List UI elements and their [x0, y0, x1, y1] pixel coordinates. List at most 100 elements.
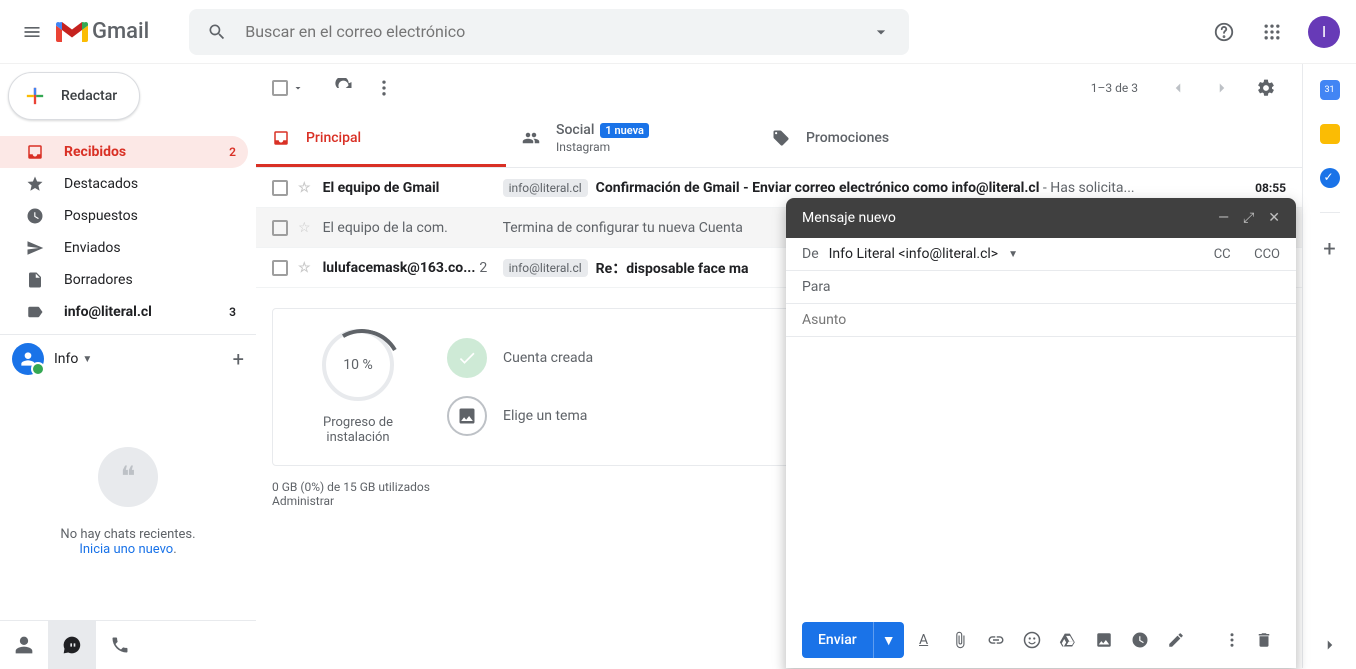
nav-inbox[interactable]: Recibidos 2 [0, 136, 248, 168]
category-tabs: Principal Social1 nueva Instagram Promoc… [256, 112, 1302, 168]
compose-button[interactable]: Redactar [8, 72, 140, 120]
nav-starred[interactable]: Destacados [0, 168, 248, 200]
calendar-addon-icon[interactable]: 31 [1320, 80, 1340, 100]
start-chat-link[interactable]: Inicia uno nuevo [79, 542, 173, 557]
star-icon[interactable]: ☆ [298, 220, 311, 236]
send-options-icon[interactable]: ▼ [873, 622, 904, 658]
setup-step-theme[interactable]: Elige un tema [447, 396, 836, 436]
insert-image-icon[interactable] [1088, 622, 1120, 658]
tab-social[interactable]: Social1 nueva Instagram [506, 112, 756, 167]
search-input[interactable] [237, 22, 861, 41]
nav-sent[interactable]: Enviados [0, 232, 248, 264]
chevron-down-icon[interactable]: ▼ [1008, 249, 1018, 260]
check-icon [447, 338, 487, 378]
list-toolbar: 1–3 de 3 [256, 64, 1302, 112]
emoji-icon[interactable] [1016, 622, 1048, 658]
hangouts-new-icon[interactable]: + [233, 347, 244, 371]
clock-icon [26, 207, 46, 225]
compose-subject-field[interactable] [786, 304, 1296, 337]
search-icon[interactable] [197, 12, 237, 52]
send-button[interactable]: Enviar ▼ [802, 622, 904, 658]
star-icon [26, 175, 46, 193]
fullscreen-icon[interactable]: ⤢ [1243, 210, 1254, 226]
to-input[interactable] [840, 279, 1280, 295]
nav-drafts[interactable]: Borradores [0, 264, 248, 296]
hangouts-header[interactable]: Info ▼ + [0, 335, 256, 383]
compose-window: Mensaje nuevo — ⤢ ✕ De Info Literal <inf… [786, 198, 1296, 668]
more-icon[interactable] [364, 68, 404, 108]
select-all-checkbox[interactable] [272, 80, 288, 96]
send-icon [26, 239, 46, 257]
subject-input[interactable] [802, 312, 1280, 328]
star-icon[interactable]: ☆ [298, 260, 311, 276]
label-chip[interactable]: info@literal.cl [503, 259, 588, 277]
cc-link[interactable]: CC [1214, 247, 1231, 262]
page-next-icon[interactable] [1202, 68, 1242, 108]
row-checkbox[interactable] [272, 180, 288, 196]
search-bar[interactable] [189, 9, 909, 55]
row-checkbox[interactable] [272, 220, 288, 236]
star-icon[interactable]: ☆ [298, 180, 311, 196]
link-icon[interactable] [980, 622, 1012, 658]
get-addons-icon[interactable]: + [1323, 237, 1335, 262]
hangouts-chat-icon[interactable] [48, 621, 96, 669]
inbox-icon [272, 129, 290, 147]
hangouts-avatar[interactable] [12, 343, 44, 375]
image-icon [447, 396, 487, 436]
label-chip[interactable]: info@literal.cl [503, 179, 588, 197]
manage-storage-link[interactable]: Administrar [272, 494, 334, 508]
nav-snoozed[interactable]: Pospuestos [0, 200, 248, 232]
people-icon [522, 129, 540, 147]
social-badge: 1 nueva [600, 123, 649, 138]
discard-icon[interactable] [1248, 622, 1280, 658]
select-dropdown-icon[interactable] [292, 82, 304, 94]
bcc-link[interactable]: CCO [1254, 247, 1280, 262]
keep-addon-icon[interactable] [1320, 124, 1340, 144]
tab-primary[interactable]: Principal [256, 112, 506, 167]
collapse-panel-icon[interactable] [1321, 636, 1339, 654]
search-options-icon[interactable] [861, 12, 901, 52]
apps-icon[interactable] [1252, 12, 1292, 52]
tasks-addon-icon[interactable] [1320, 168, 1340, 188]
file-icon [26, 271, 46, 289]
row-checkbox[interactable] [272, 260, 288, 276]
progress-indicator: 10 % [322, 329, 394, 401]
hangouts-name: Info [54, 351, 78, 367]
main-menu-button[interactable] [8, 8, 56, 56]
hangouts-bubble-icon: ❝ [98, 447, 158, 507]
hangouts-contacts-icon[interactable] [0, 621, 48, 669]
compose-header[interactable]: Mensaje nuevo — ⤢ ✕ [786, 198, 1296, 238]
refresh-icon[interactable] [324, 68, 364, 108]
compose-title: Mensaje nuevo [802, 210, 896, 226]
close-icon[interactable]: ✕ [1268, 210, 1280, 226]
side-panel: 31 + [1302, 64, 1356, 668]
compose-to-field[interactable]: Para [786, 271, 1296, 304]
nav-label-account[interactable]: info@literal.cl 3 [0, 296, 248, 328]
settings-icon[interactable] [1246, 68, 1286, 108]
more-options-icon[interactable] [1216, 622, 1248, 658]
tag-icon [772, 129, 790, 147]
chevron-down-icon[interactable]: ▼ [82, 354, 92, 365]
drive-icon[interactable] [1052, 622, 1084, 658]
compose-toolbar: Enviar ▼ A [786, 612, 1296, 668]
page-prev-icon[interactable] [1158, 68, 1198, 108]
compose-from-field[interactable]: De Info Literal <info@literal.cl> ▼ CC C… [786, 238, 1296, 271]
hangouts-empty: ❝ No hay chats recientes. Inicia uno nue… [0, 383, 256, 620]
no-chats-text: No hay chats recientes. [60, 527, 195, 542]
minimize-icon[interactable]: — [1218, 210, 1229, 226]
formatting-icon[interactable]: A [908, 622, 940, 658]
hangouts-phone-icon[interactable] [96, 621, 144, 669]
setup-step-account[interactable]: Cuenta creada [447, 338, 836, 378]
account-avatar[interactable]: I [1308, 16, 1340, 48]
confidential-icon[interactable] [1124, 622, 1156, 658]
support-icon[interactable] [1204, 12, 1244, 52]
header: Gmail I [0, 0, 1356, 64]
signature-icon[interactable] [1160, 622, 1192, 658]
compose-body[interactable] [802, 349, 1280, 600]
gmail-logo[interactable]: Gmail [56, 19, 179, 44]
tab-promotions[interactable]: Promociones [756, 112, 1006, 167]
list-count: 1–3 de 3 [1091, 81, 1138, 95]
label-icon [26, 303, 46, 321]
product-name: Gmail [92, 19, 149, 44]
attach-icon[interactable] [944, 622, 976, 658]
